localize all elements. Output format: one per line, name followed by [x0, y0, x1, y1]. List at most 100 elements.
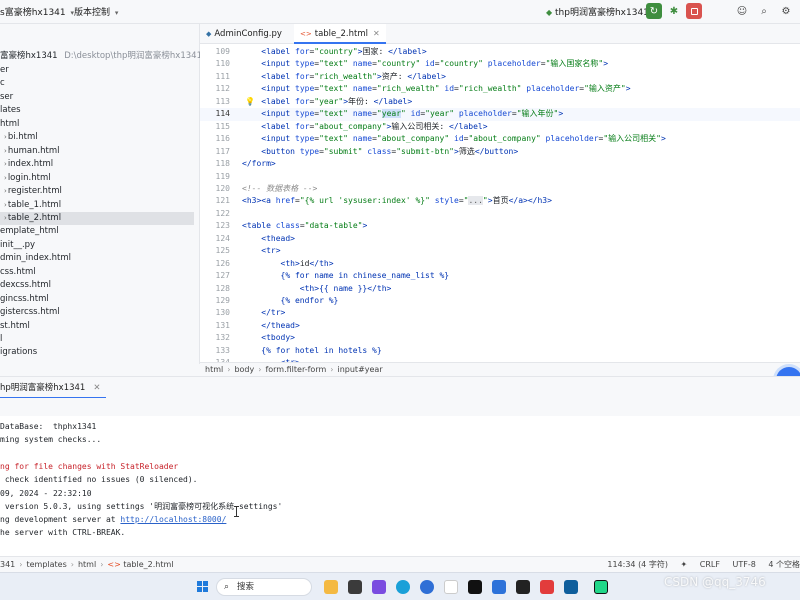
- close-icon[interactable]: ✕: [373, 29, 380, 38]
- tree-item[interactable]: er: [0, 64, 194, 77]
- status-crumb[interactable]: templates: [26, 560, 66, 569]
- breadcrumb-item[interactable]: input#year: [337, 365, 382, 374]
- indent-setting[interactable]: 4 个空格: [768, 560, 800, 569]
- code-line[interactable]: 122: [200, 208, 800, 220]
- code-line[interactable]: 118 </form>: [200, 158, 800, 170]
- file-explorer-icon[interactable]: [324, 580, 338, 594]
- code-line[interactable]: 123 <table class="data-table">: [200, 220, 800, 232]
- code-line[interactable]: 117 <button type="submit" class="submit-…: [200, 146, 800, 158]
- console-output[interactable]: DataBase: thphx1341 ming system checks...…: [0, 416, 800, 556]
- pycharm-icon[interactable]: [594, 580, 608, 594]
- qq-icon[interactable]: [444, 580, 458, 594]
- app-icon[interactable]: [492, 580, 506, 594]
- search-button[interactable]: ⌕: [756, 3, 772, 19]
- code-line[interactable]: 113 <label for="year">年份: </label> 💡: [200, 96, 800, 108]
- tree-item[interactable]: init__.py: [0, 239, 194, 252]
- tree-item[interactable]: dexcss.html: [0, 279, 194, 292]
- tree-item[interactable]: c: [0, 77, 194, 90]
- code-line[interactable]: 125 <tr>: [200, 245, 800, 257]
- edge-browser-icon[interactable]: [396, 580, 410, 594]
- code-line[interactable]: 111 <label for="rich_wealth">资产: </label…: [200, 71, 800, 83]
- breadcrumb-item[interactable]: html: [205, 365, 223, 374]
- close-icon[interactable]: ✕: [93, 383, 100, 393]
- code-line[interactable]: 127 {% for name in chinese_name_list %}: [200, 270, 800, 282]
- code-line[interactable]: 109 <label for="country">国家: </label>: [200, 46, 800, 58]
- code-line[interactable]: 121 <h3><a href="{% url 'sysuser:index' %…: [200, 195, 800, 207]
- app-icon[interactable]: [516, 580, 530, 594]
- code-editor[interactable]: 109 <label for="country">国家: </label> 110…: [200, 44, 800, 362]
- lightbulb-icon[interactable]: 💡: [245, 96, 255, 108]
- file-encoding[interactable]: UTF-8: [732, 560, 755, 569]
- tree-item-label: dexcss.html: [0, 280, 51, 291]
- tree-item[interactable]: ›table_2.html: [0, 211, 194, 225]
- tree-item[interactable]: html: [0, 118, 194, 131]
- terminal-icon[interactable]: [348, 580, 362, 594]
- tree-item[interactable]: gincss.html: [0, 293, 194, 306]
- tree-item[interactable]: ›human.html: [0, 145, 194, 158]
- ai-assistant-icon[interactable]: ✦: [680, 560, 687, 569]
- tree-item[interactable]: ›table_1.html: [0, 199, 194, 212]
- run-tab[interactable]: hp明润富豪榜hx1341 ✕: [0, 377, 107, 399]
- tree-item[interactable]: css.html: [0, 266, 194, 279]
- tree-item[interactable]: lates: [0, 104, 194, 117]
- app-icon[interactable]: [540, 580, 554, 594]
- status-crumb[interactable]: html: [78, 560, 96, 569]
- code-line[interactable]: 112 <input type="text" name="rich_wealth…: [200, 83, 800, 95]
- code-line[interactable]: 119: [200, 171, 800, 183]
- code-line[interactable]: 126 <th>id</th>: [200, 258, 800, 270]
- settings-button[interactable]: ⚙: [778, 3, 794, 19]
- project-switcher[interactable]: s富豪榜hx1341 ▾: [0, 5, 74, 18]
- tree-item[interactable]: emplate_html: [0, 225, 194, 238]
- stop-button[interactable]: [686, 3, 702, 19]
- code-line[interactable]: 132 <tbody>: [200, 332, 800, 344]
- taskbar-search-box[interactable]: ⌕ 搜索: [216, 578, 312, 596]
- line-number: 127: [215, 271, 230, 281]
- tree-item[interactable]: ›bi.html: [0, 131, 194, 144]
- line-separator[interactable]: CRLF: [700, 560, 720, 569]
- rerun-button[interactable]: ↻: [646, 3, 662, 19]
- tiktok-icon[interactable]: [468, 580, 482, 594]
- debug-button[interactable]: ✱: [666, 3, 682, 19]
- code-line[interactable]: 133 {% for hotel in hotels %}: [200, 345, 800, 357]
- tree-item[interactable]: ›login.html: [0, 172, 194, 185]
- tree-item-label: init__.py: [0, 239, 36, 250]
- code-line[interactable]: 129 {% endfor %}: [200, 295, 800, 307]
- python-icon: ◆: [546, 8, 553, 17]
- tree-item[interactable]: st.html: [0, 320, 194, 333]
- tab-adminconfig[interactable]: ◆ AdminConfig.py: [200, 24, 288, 44]
- tree-item[interactable]: ›index.html: [0, 158, 194, 171]
- breadcrumb-item[interactable]: body: [234, 365, 254, 374]
- tab-table-2[interactable]: <> table_2.html ✕: [294, 24, 386, 44]
- console-line: 09, 2024 - 22:32:10: [0, 487, 92, 500]
- tree-item-label: register.html: [7, 186, 62, 197]
- server-url-link[interactable]: http://localhost:8000/: [120, 515, 226, 524]
- run-config-selector[interactable]: ◆ thp明润富豪榜hx1341 ▾: [546, 5, 657, 18]
- tree-root[interactable]: 富豪榜hx1341 D:\desktop\thp明润富豪榜hx1341: [0, 50, 202, 63]
- browser-icon[interactable]: [420, 580, 434, 594]
- app-icon[interactable]: [372, 580, 386, 594]
- code-line[interactable]: 131 </thead>: [200, 320, 800, 332]
- code-line[interactable]: 115 <label for="about_company">输入公司相关: <…: [200, 121, 800, 133]
- code-line[interactable]: 128 <th>{{ name }}</th>: [200, 283, 800, 295]
- code-line[interactable]: 124 <thead>: [200, 233, 800, 245]
- cursor-position[interactable]: 114:34 (4 字符): [607, 560, 668, 569]
- tree-item[interactable]: dmin_index.html: [0, 252, 194, 265]
- code-line[interactable]: 130 </tr>: [200, 307, 800, 319]
- add-user-button[interactable]: ☺: [734, 3, 750, 19]
- tree-item[interactable]: gistercss.html: [0, 306, 194, 319]
- code-line[interactable]: 114 <input type="text" name="year" id="y…: [200, 108, 800, 121]
- code-line[interactable]: 110 <input type="text" name="country" id…: [200, 58, 800, 70]
- tree-item[interactable]: ›register.html: [0, 185, 194, 198]
- windows-start-icon[interactable]: [197, 581, 209, 593]
- vcs-menu[interactable]: 版本控制 ▾: [74, 5, 118, 18]
- status-crumb[interactable]: 341: [0, 560, 15, 569]
- breadcrumb-item[interactable]: form.filter-form: [265, 365, 326, 374]
- tree-item-label: table_1.html: [7, 199, 62, 210]
- tree-item[interactable]: igrations: [0, 346, 194, 359]
- tree-item[interactable]: ser: [0, 91, 194, 104]
- code-line[interactable]: 116 <input type="text" name="about_compa…: [200, 133, 800, 145]
- app-icon[interactable]: [564, 580, 578, 594]
- code-line[interactable]: 120 <!-- 数据表格 -->: [200, 183, 800, 195]
- status-crumb[interactable]: table_2.html: [123, 560, 173, 569]
- tree-item[interactable]: l: [0, 333, 194, 346]
